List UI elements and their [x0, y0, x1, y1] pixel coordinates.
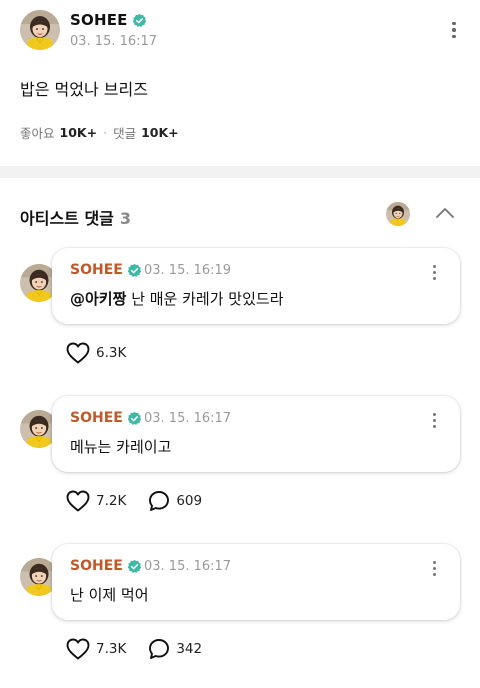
- likes-label: 좋아요: [20, 126, 55, 141]
- comment-author[interactable]: SOHEE: [70, 410, 142, 426]
- section-title: 아티스트 댓글 3: [20, 205, 131, 229]
- chevron-up-icon[interactable]: [434, 204, 456, 222]
- comment-bubble: SOHEE 03. 15. 16:19 @아키짱 난 매운 카레가 맛있드라: [52, 248, 460, 324]
- avatar[interactable]: [20, 10, 60, 50]
- reply-count: 342: [176, 641, 203, 657]
- verified-badge-icon: [132, 13, 147, 28]
- stats-separator: ·: [103, 125, 108, 140]
- verified-badge-icon: [127, 411, 142, 426]
- mention-link[interactable]: @아키짱: [70, 290, 126, 308]
- verified-badge-icon: [127, 559, 142, 574]
- comment-author-name[interactable]: SOHEE: [70, 410, 123, 426]
- section-count: 3: [119, 209, 132, 228]
- post-date: 03. 15. 16:17: [70, 34, 158, 49]
- kebab-menu-icon[interactable]: [424, 260, 444, 284]
- like-count: 6.3K: [96, 345, 127, 361]
- post-stats: 좋아요 10K+ · 댓글 10K+: [20, 123, 179, 142]
- comment-author-name[interactable]: SOHEE: [70, 558, 123, 574]
- comment-author[interactable]: SOHEE: [70, 558, 142, 574]
- like-button[interactable]: 7.2K: [66, 490, 126, 512]
- post-author-name[interactable]: SOHEE: [70, 11, 128, 29]
- heart-icon: [66, 490, 90, 512]
- comment-author[interactable]: SOHEE: [70, 262, 142, 278]
- reply-button[interactable]: 609: [148, 490, 202, 512]
- artist-comments-header[interactable]: 아티스트 댓글 3: [0, 196, 480, 236]
- comment-body: 난 매운 카레가 맛있드라: [131, 290, 284, 308]
- kebab-menu-icon[interactable]: [424, 556, 444, 580]
- comment-body: 난 이제 먹어: [70, 586, 149, 604]
- comment-bubble: SOHEE 03. 15. 16:17 난 이제 먹어: [52, 544, 460, 620]
- comment-date: 03. 15. 16:17: [144, 411, 232, 426]
- heart-icon: [66, 342, 90, 364]
- comment-author-name[interactable]: SOHEE: [70, 262, 123, 278]
- comment-date: 03. 15. 16:19: [144, 263, 232, 278]
- comment-date: 03. 15. 16:17: [144, 559, 232, 574]
- comment-actions: 7.2K 609: [66, 490, 224, 512]
- post-header: SOHEE 03. 15. 16:17: [0, 0, 480, 60]
- reply-button[interactable]: 342: [148, 638, 202, 660]
- verified-badge-icon: [127, 263, 142, 278]
- like-count: 7.3K: [96, 641, 127, 657]
- heart-icon: [66, 638, 90, 660]
- likes-count: 10K+: [59, 125, 98, 140]
- comment-bubble: SOHEE 03. 15. 16:17 메뉴는 카레이고: [52, 396, 460, 472]
- comment-body: 메뉴는 카레이고: [70, 438, 172, 456]
- like-button[interactable]: 7.3K: [66, 638, 126, 660]
- comment-bubble-icon: [148, 638, 170, 660]
- comment-text: @아키짱 난 매운 카레가 맛있드라: [70, 288, 284, 309]
- comment-actions: 7.3K 342: [66, 638, 224, 660]
- comments-label: 댓글: [113, 126, 137, 141]
- avatar: [386, 202, 410, 226]
- comments-count: 10K+: [141, 125, 179, 140]
- kebab-menu-icon[interactable]: [424, 408, 444, 432]
- like-button[interactable]: 6.3K: [66, 342, 126, 364]
- kebab-menu-icon[interactable]: [444, 18, 464, 42]
- post-author[interactable]: SOHEE: [70, 11, 147, 29]
- post-body: 밥은 먹었나 브리즈: [20, 80, 148, 99]
- reply-count: 609: [176, 493, 203, 509]
- comment-actions: 6.3K: [66, 342, 148, 364]
- comment-text: 난 이제 먹어: [70, 584, 149, 605]
- comment-bubble-icon: [148, 490, 170, 512]
- section-divider: [0, 166, 480, 178]
- section-title-text: 아티스트 댓글: [20, 209, 114, 228]
- comment-text: 메뉴는 카레이고: [70, 436, 171, 457]
- like-count: 7.2K: [96, 493, 127, 509]
